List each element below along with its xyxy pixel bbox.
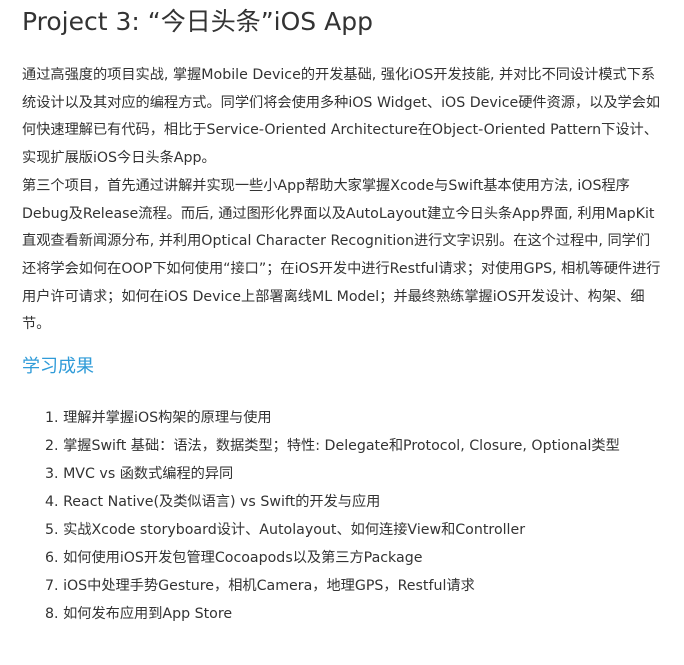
- outcome-number: 5.: [45, 522, 59, 539]
- outcome-number: 3.: [45, 466, 59, 483]
- outcome-item: 2. 掌握Swift 基础：语法，数据类型；特性: Delegate和Proto…: [45, 432, 662, 460]
- outcome-number: 8.: [45, 606, 59, 623]
- outcome-item: 3. MVC vs 函数式编程的异同: [45, 460, 662, 488]
- outcome-text: MVC vs 函数式编程的异同: [63, 466, 234, 483]
- outcome-text: 掌握Swift 基础：语法，数据类型；特性: Delegate和Protocol…: [63, 438, 620, 455]
- description-paragraph-1: 通过高强度的项目实战, 掌握Mobile Device的开发基础, 强化iOS开…: [22, 67, 661, 167]
- outcome-number: 6.: [45, 550, 59, 567]
- outcome-item: 8. 如何发布应用到App Store: [45, 600, 662, 628]
- outcome-text: React Native(及类似语言) vs Swift的开发与应用: [63, 494, 381, 511]
- outcome-number: 7.: [45, 578, 59, 595]
- project-description: 通过高强度的项目实战, 掌握Mobile Device的开发基础, 强化iOS开…: [22, 62, 662, 339]
- outcomes-heading: 学习成果: [22, 356, 94, 378]
- outcome-number: 1.: [45, 410, 59, 427]
- project-title: Project 3: “今日头条”iOS App: [22, 7, 373, 36]
- outcome-item: 5. 实战Xcode storyboard设计、Autolayout、如何连接V…: [45, 516, 662, 544]
- outcome-item: 7. iOS中处理手势Gesture，相机Camera，地理GPS，Restfu…: [45, 572, 662, 600]
- outcomes-list: 1. 理解并掌握iOS构架的原理与使用 2. 掌握Swift 基础：语法，数据类…: [22, 404, 662, 628]
- outcome-text: 理解并掌握iOS构架的原理与使用: [63, 410, 272, 427]
- project-page: Project 3: “今日头条”iOS App 通过高强度的项目实战, 掌握M…: [22, 6, 662, 628]
- outcome-text: 如何使用iOS开发包管理Cocoapods以及第三方Package: [63, 550, 423, 567]
- outcome-number: 4.: [45, 494, 59, 511]
- outcome-text: iOS中处理手势Gesture，相机Camera，地理GPS，Restful请求: [63, 578, 475, 595]
- outcome-number: 2.: [45, 438, 59, 455]
- outcome-item: 6. 如何使用iOS开发包管理Cocoapods以及第三方Package: [45, 544, 662, 572]
- outcome-item: 1. 理解并掌握iOS构架的原理与使用: [45, 404, 662, 432]
- outcome-text: 如何发布应用到App Store: [63, 606, 233, 623]
- description-paragraph-2: 第三个项目，首先通过讲解并实现一些小App帮助大家掌握Xcode与Swift基本…: [22, 177, 661, 333]
- outcome-text: 实战Xcode storyboard设计、Autolayout、如何连接View…: [63, 522, 526, 539]
- outcome-item: 4. React Native(及类似语言) vs Swift的开发与应用: [45, 488, 662, 516]
